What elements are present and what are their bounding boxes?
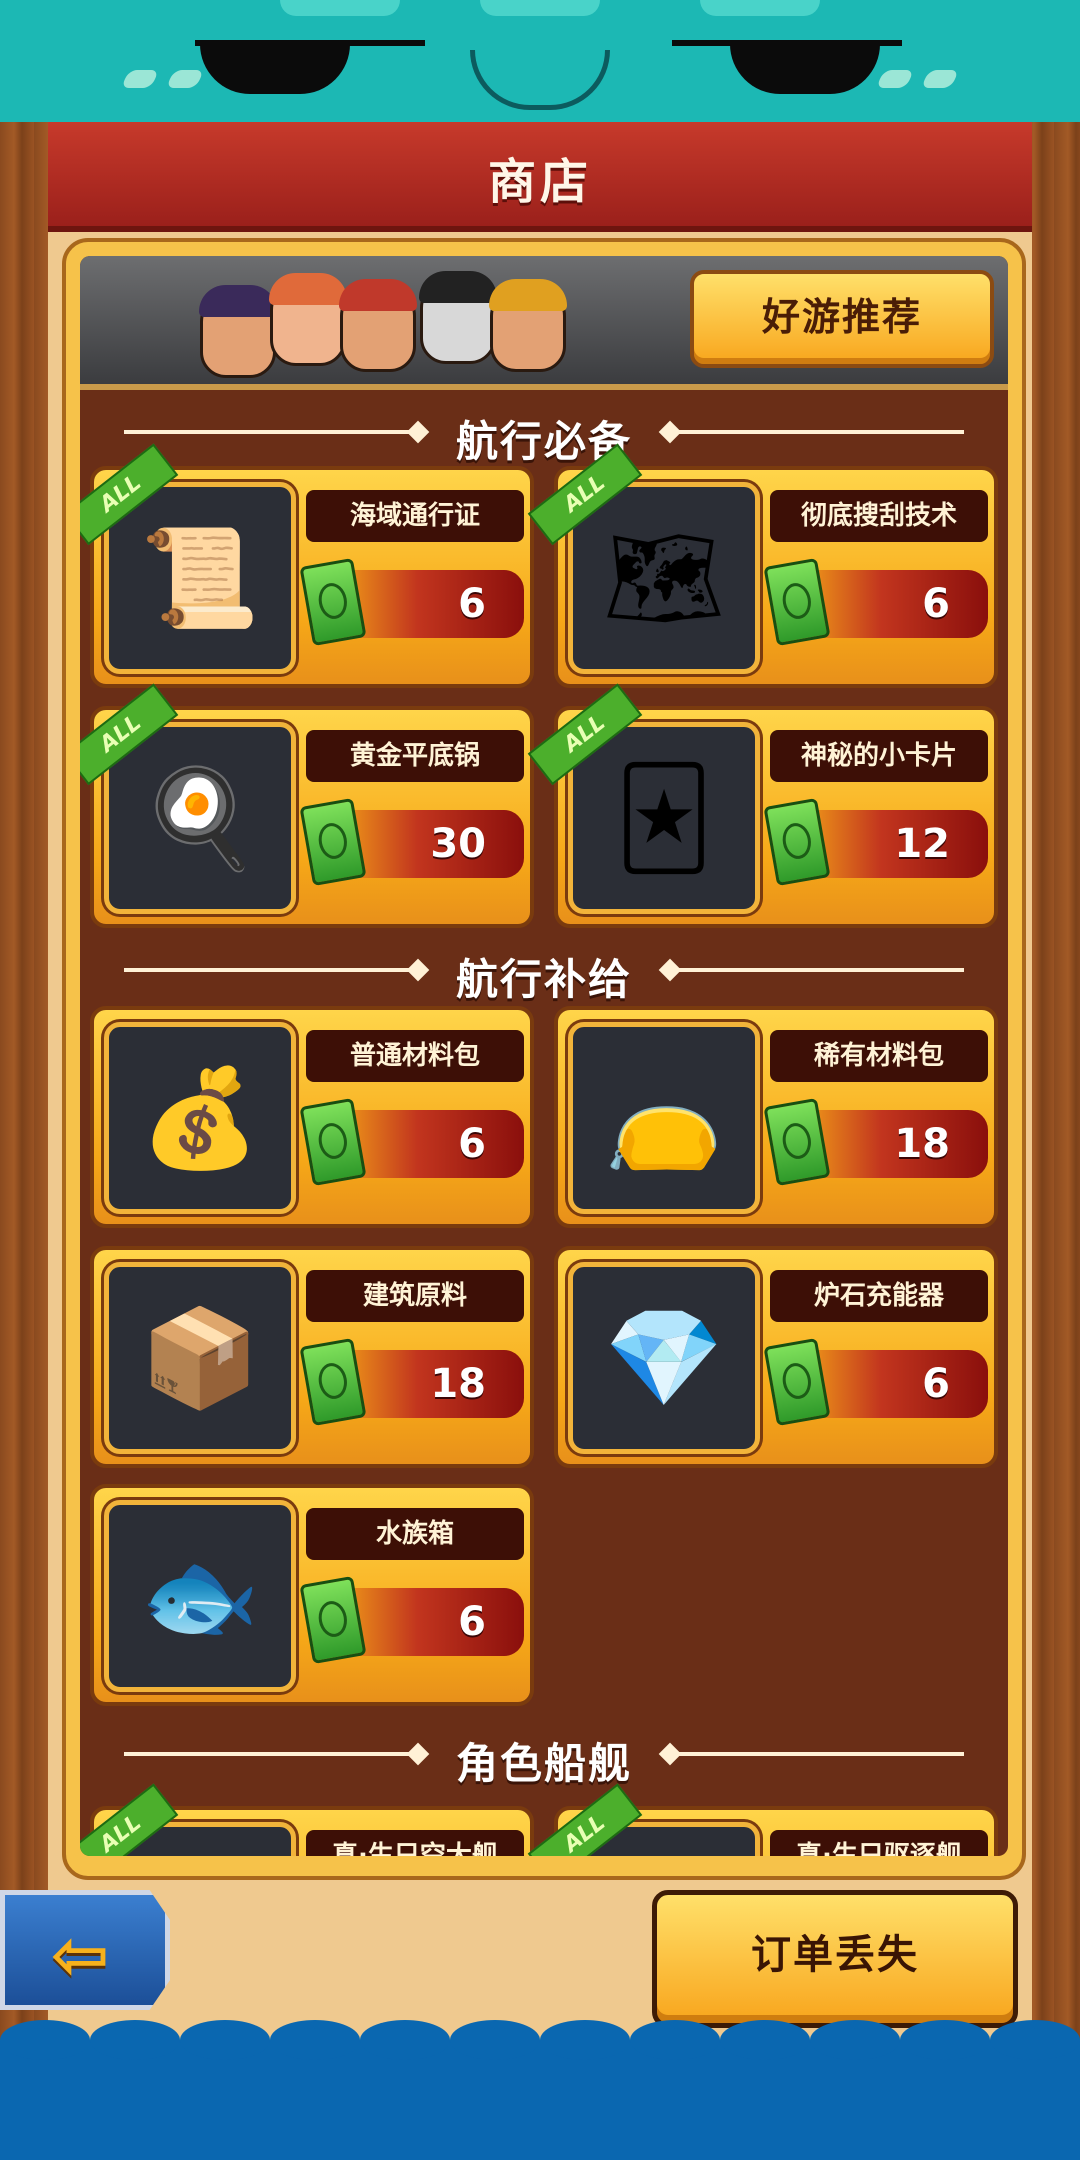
item-name: 普通材料包 [306,1030,524,1082]
eye-left [200,44,350,94]
item-icon-frame: 💰 [104,1022,296,1214]
character-head [339,279,417,372]
blush-mark [875,70,915,88]
shop-item-card[interactable]: ALL 真·生只驱逐舰 [527,1783,998,1856]
section-label: 角色船舰 [455,1739,632,1788]
shop-item-card[interactable]: 🐟 水族箱 6 [90,1484,534,1706]
mascot-mouth [470,50,610,110]
promo-banner[interactable]: 好游推荐 [80,256,1008,390]
blush-mark [920,70,960,88]
sea-decoration [0,2020,1080,2160]
blush-mark [120,70,160,88]
treasure-scroll-icon: 🗺 [603,521,725,634]
item-icon-frame: 📜 [104,482,296,674]
top-mascot-decoration [0,0,1080,122]
deco-bump [700,0,820,16]
item-icon-frame: 🍳 [104,722,296,914]
back-button[interactable]: ⇦ [0,1890,170,2010]
section-header-essentials: 航行必备 [80,404,1008,466]
recommend-button[interactable]: 好游推荐 [690,270,994,368]
item-name: 神秘的小卡片 [770,730,988,782]
building-crate-icon: 📦 [140,1301,260,1414]
page-title: 商店 [487,154,592,210]
shop-item-card[interactable]: 🗺 ALL 彻底搜刮技术 6 [527,443,998,688]
map-scroll-icon: 📜 [140,521,260,634]
item-icon-frame: 📦 [104,1262,296,1454]
shop-item-card[interactable]: ALL 真·生只空大舰 [80,1783,534,1856]
shop-scroll-area[interactable]: 好游推荐 航行必备 📜 ALL 海域通行证 6 🗺 ALL 彻底搜刮技术 6 🍳… [80,256,1008,1856]
banner-characters-illustration [80,256,660,384]
section-label: 航行补给 [455,955,632,1004]
shop-item-card[interactable]: 🍳 ALL 黄金平底锅 30 [80,683,534,928]
section-header-supplies: 航行补给 [80,942,1008,1004]
dragon-card-icon: 🃏 [614,762,714,874]
shop-item-card[interactable]: 📜 ALL 海域通行证 6 [80,443,534,688]
item-name: 海域通行证 [306,490,524,542]
item-name: 水族箱 [306,1508,524,1560]
shop-item-card[interactable]: 📦 建筑原料 18 [90,1246,534,1468]
golden-pan-icon: 🍳 [140,761,260,874]
shop-item-card[interactable]: 💎 炉石充能器 6 [554,1246,998,1468]
item-icon-frame: 🐟 [104,1500,296,1692]
item-icon-frame: 💎 [568,1262,760,1454]
item-icon-frame: 🃏 [568,722,760,914]
item-icon-frame: 🗺 [568,482,760,674]
item-icon-frame: 👝 [568,1022,760,1214]
character-head [489,279,567,372]
eye-right [730,44,880,94]
rare-bag-icon: 👝 [604,1061,724,1174]
item-name: 炉石充能器 [770,1270,988,1322]
shop-panel: 好游推荐 航行必备 📜 ALL 海域通行证 6 🗺 ALL 彻底搜刮技术 6 🍳… [62,238,1026,1880]
back-arrow-icon: ⇦ [50,1914,110,1996]
deco-bump [480,0,600,16]
character-head [419,271,497,364]
item-name: 黄金平底锅 [306,730,524,782]
item-name: 彻底搜刮技术 [770,490,988,542]
shop-item-card[interactable]: 🃏 ALL 神秘的小卡片 12 [527,683,998,928]
character-head [199,285,277,378]
deco-bump [280,0,400,16]
shop-item-card[interactable]: 💰 普通材料包 6 [90,1006,534,1228]
shop-item-card[interactable]: 👝 稀有材料包 18 [554,1006,998,1228]
item-name: 真·生只驱逐舰 [770,1830,988,1856]
material-bag-icon: 💰 [140,1061,260,1174]
item-name: 真·生只空大舰 [306,1830,524,1856]
blush-mark [165,70,205,88]
crystal-charger-icon: 💎 [604,1301,724,1414]
shop-header: 商店 [48,122,1032,232]
item-name: 建筑原料 [306,1270,524,1322]
character-head [269,273,347,366]
order-lost-button[interactable]: 订单丢失 [652,1890,1018,2028]
section-header-ships: 角色船舰 [80,1726,1008,1788]
item-name: 稀有材料包 [770,1030,988,1082]
aquarium-icon: 🐟 [140,1539,260,1652]
